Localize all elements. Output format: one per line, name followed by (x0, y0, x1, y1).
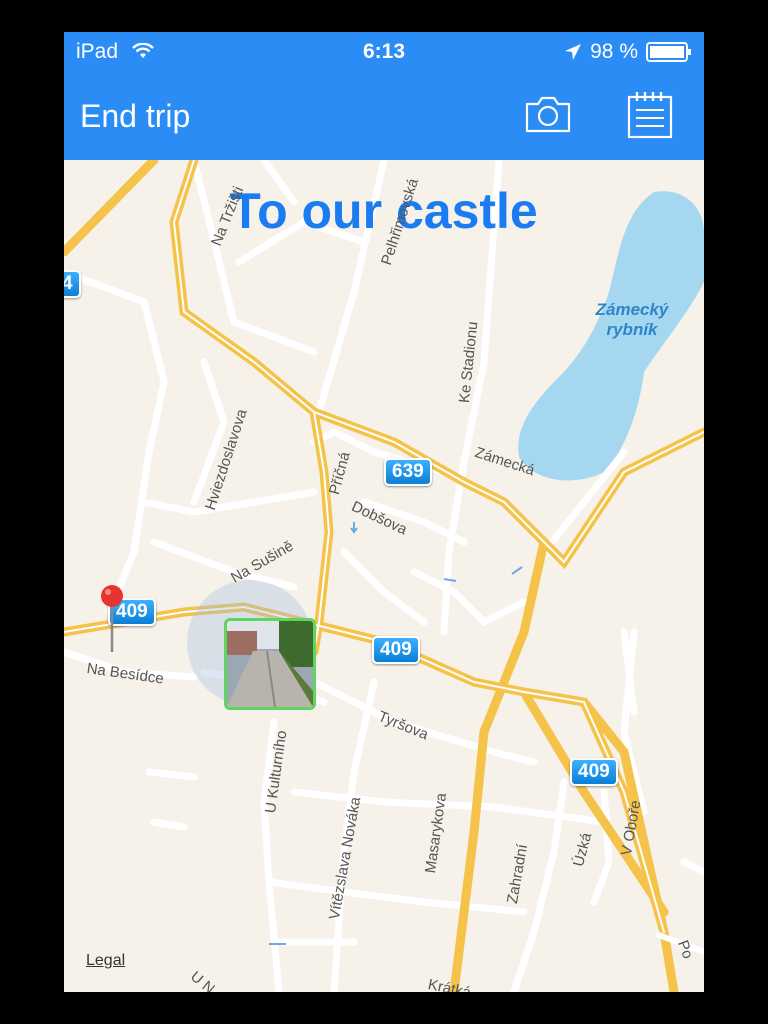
nav-bar: End trip (64, 72, 704, 160)
lake-label-line2: rybník (606, 320, 658, 339)
status-right: 98 % (564, 40, 692, 64)
route-badge: 639 (384, 458, 432, 486)
route-badge: 409 (570, 758, 618, 786)
notepad-icon[interactable] (626, 90, 674, 140)
location-arrow-icon (565, 44, 582, 60)
photo-image (227, 621, 313, 707)
route-badge: 409 (372, 636, 420, 664)
app-screen: iPad 6:13 98 % End trip To our castle Zá… (64, 32, 704, 992)
trip-title: To our castle (230, 183, 538, 239)
battery-icon (646, 42, 691, 62)
legal-link[interactable]: Legal (86, 952, 125, 970)
status-bar: iPad 6:13 98 % (64, 32, 704, 72)
lake-label-line1: Zámecký (595, 300, 669, 319)
end-trip-button[interactable]: End trip (80, 98, 190, 135)
photo-thumbnail[interactable] (224, 618, 316, 710)
route-badge: 4 (64, 270, 81, 298)
camera-icon[interactable] (524, 94, 572, 134)
lake-label: Zámecký rybník (588, 300, 676, 340)
map-pin-icon[interactable] (100, 584, 124, 654)
map-view[interactable] (64, 160, 704, 992)
battery-percent: 98 % (590, 40, 638, 63)
